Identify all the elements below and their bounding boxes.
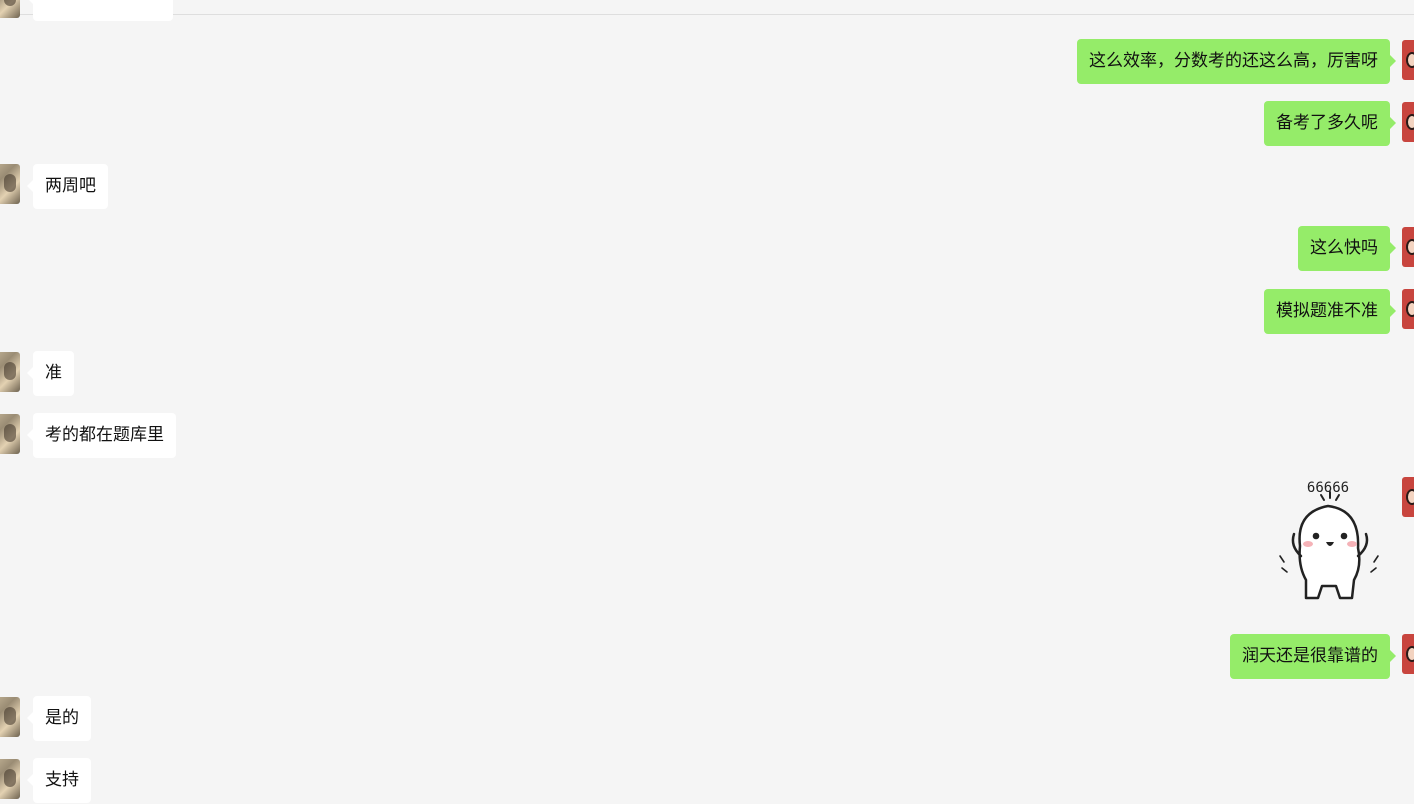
message-bubble-incoming[interactable] xyxy=(27,0,173,21)
contact-avatar[interactable] xyxy=(0,0,20,18)
sticker-message[interactable]: 66666 xyxy=(1270,476,1390,610)
self-avatar[interactable] xyxy=(1402,289,1414,329)
message-bubble-outgoing[interactable]: 备考了多久呢 xyxy=(1264,101,1396,146)
message-bubble-incoming[interactable]: 考的都在题库里 xyxy=(27,413,176,458)
message-bubble-outgoing[interactable]: 这么快吗 xyxy=(1298,226,1396,271)
self-avatar[interactable] xyxy=(1402,102,1414,142)
sticker-caption: 66666 xyxy=(1307,480,1349,496)
cartoon-66666-sticker-icon: 66666 xyxy=(1279,480,1379,600)
self-avatar[interactable] xyxy=(1402,477,1414,517)
message-bubble-incoming[interactable]: 是的 xyxy=(27,696,91,741)
self-avatar[interactable] xyxy=(1402,40,1414,80)
message-bubble-outgoing[interactable]: 这么效率，分数考的还这么高，厉害呀 xyxy=(1077,39,1396,84)
chat-header-edge xyxy=(0,0,1414,15)
contact-avatar[interactable] xyxy=(0,164,20,204)
message-bubble-incoming[interactable]: 两周吧 xyxy=(27,164,108,209)
contact-avatar[interactable] xyxy=(0,414,20,454)
message-bubble-incoming[interactable]: 支持 xyxy=(27,758,91,803)
contact-avatar[interactable] xyxy=(0,697,20,737)
contact-avatar[interactable] xyxy=(0,352,20,392)
self-avatar[interactable] xyxy=(1402,634,1414,674)
message-bubble-incoming[interactable]: 准 xyxy=(27,351,74,396)
message-bubble-outgoing[interactable]: 润天还是很靠谱的 xyxy=(1230,634,1396,679)
contact-avatar[interactable] xyxy=(0,759,20,799)
self-avatar[interactable] xyxy=(1402,227,1414,267)
message-bubble-outgoing[interactable]: 模拟题准不准 xyxy=(1264,289,1396,334)
